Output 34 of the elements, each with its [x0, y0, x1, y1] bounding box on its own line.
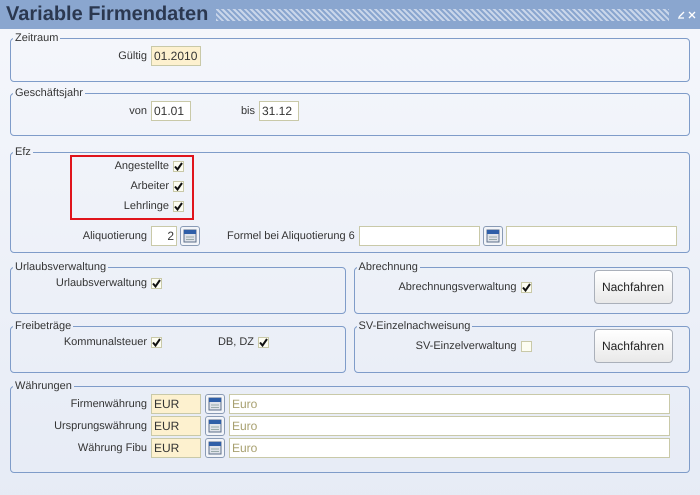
group-label: SV-Einzelnachweisung — [358, 320, 472, 333]
field-label: Arbeiter — [130, 180, 169, 193]
field-label: SV-Einzelverwaltung — [414, 340, 516, 352]
group-label: Urlaubsverwaltung — [14, 261, 108, 274]
field-label: Urlaubsverwaltung — [54, 277, 147, 290]
window-title: Variable Firmendaten — [6, 8, 208, 21]
field-label: Lehrlinge — [124, 200, 169, 213]
input-field[interactable]: EUR — [151, 416, 201, 436]
input-field[interactable]: 01.01 — [151, 101, 191, 121]
input-field[interactable]: EUR — [151, 394, 201, 414]
field-label: von — [128, 104, 147, 118]
field-label: Abrechnungsverwaltung — [397, 280, 516, 294]
nachfahren-button[interactable]: Nachfahren — [594, 329, 672, 363]
field-label: Firmenwährung — [70, 398, 147, 410]
field-label: Angestellte — [114, 160, 169, 173]
input-field[interactable]: 2 — [151, 226, 177, 246]
group-label: Freibeträge — [14, 320, 72, 333]
field-label: Währung Fibu — [76, 442, 147, 454]
field-label: Aliquotierung — [82, 230, 147, 242]
input-field[interactable]: 31.12 — [259, 101, 299, 121]
nachfahren-button[interactable]: Nachfahren — [594, 270, 672, 304]
group-label: Währungen — [14, 380, 73, 393]
field-label: Gültig — [117, 50, 147, 62]
group-label: Zeitraum — [14, 32, 60, 45]
field-label: bis — [240, 104, 255, 118]
input-field[interactable]: EUR — [151, 438, 201, 458]
field-label: DB, DZ — [216, 336, 254, 349]
group-label: Abrechnung — [358, 261, 419, 274]
field-label: Kommunalsteuer — [62, 336, 147, 349]
field-label: Ursprungswährung — [53, 420, 147, 432]
group-label: Geschäftsjahr — [14, 87, 84, 100]
group-label: Efz — [14, 146, 32, 159]
input-field[interactable]: 01.2010 — [151, 46, 201, 66]
field-label: Formel bei Aliquotierung 6 — [227, 230, 355, 242]
